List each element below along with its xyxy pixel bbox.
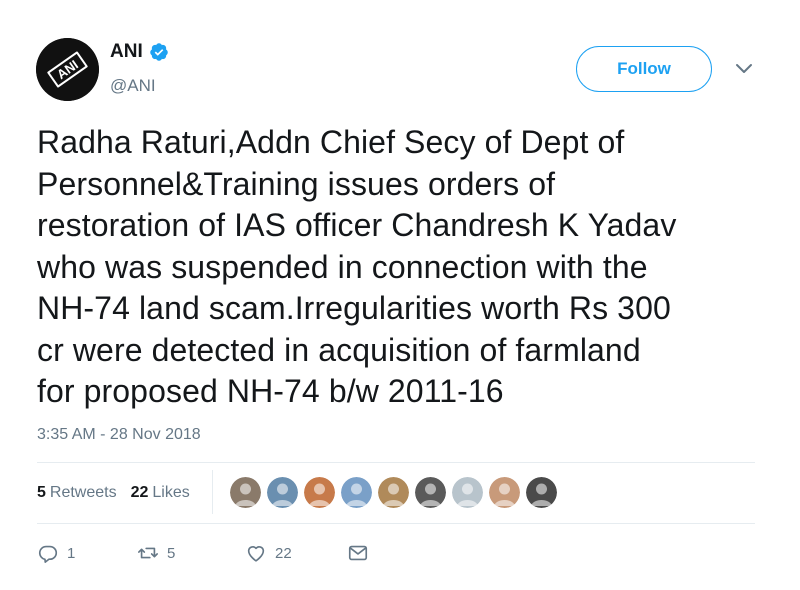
liker-avatar[interactable] [267,477,298,508]
retweets-count: 5 [37,484,46,501]
envelope-icon [348,545,368,561]
retweet-action[interactable]: 5 [137,542,175,564]
engagement-stats: 5 Retweets 22 Likes [37,484,190,502]
chevron-down-icon[interactable] [734,62,754,76]
reply-count: 1 [67,544,76,562]
liker-avatar[interactable] [415,477,446,508]
direct-message-action[interactable] [347,542,369,564]
reply-action[interactable]: 1 [37,542,75,564]
author-name[interactable]: ANI [110,41,143,63]
tweet-timestamp[interactable]: 3:35 AM - 28 Nov 2018 [37,426,201,444]
liker-avatar[interactable] [452,477,483,508]
liker-avatar[interactable] [341,477,372,508]
likes-count: 22 [130,484,149,501]
retweets-stat[interactable]: 5 Retweets [37,484,117,502]
retweet-icon [138,547,158,559]
stats-separator [212,470,213,514]
like-count: 22 [275,544,292,562]
author-avatar[interactable]: ANI [36,38,99,101]
like-action[interactable]: 22 [245,542,292,564]
author-handle[interactable]: @ANI [110,76,156,96]
tweet-card: ANI ANI @ANI Follow Radha Raturi,Addn Ch… [0,0,800,590]
tweet-actions: 1 5 22 [37,542,437,566]
liker-avatar[interactable] [230,477,261,508]
liker-avatar[interactable] [304,477,335,508]
follow-button[interactable]: Follow [576,46,712,92]
author-name-row: ANI [110,41,169,63]
reply-icon [38,545,58,563]
liker-avatar[interactable] [526,477,557,508]
tweet-text: Radha Raturi,Addn Chief Secy of Dept of … [37,124,677,409]
retweet-count: 5 [167,544,176,562]
likes-stat[interactable]: 22 Likes [131,484,190,502]
heart-icon [247,546,265,562]
verified-badge-icon [149,43,168,61]
likes-label: Likes [152,484,190,501]
divider [37,523,755,524]
liker-avatar[interactable] [489,477,520,508]
liker-avatar[interactable] [378,477,409,508]
liker-avatars [230,477,557,508]
divider [37,462,755,463]
retweets-label: Retweets [49,484,117,501]
